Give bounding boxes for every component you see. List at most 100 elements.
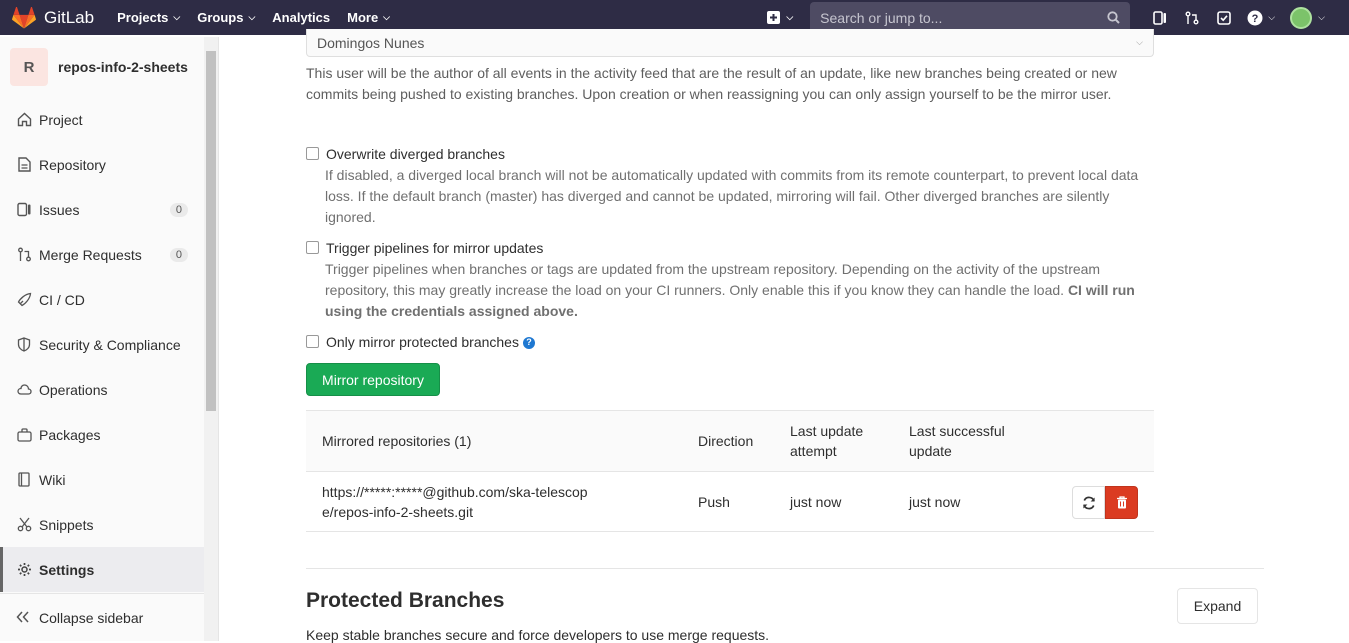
sidebar-item-label: Operations (39, 381, 108, 398)
issues-nav-icon[interactable] (1148, 6, 1172, 30)
sidebar-item-security[interactable]: Security & Compliance (0, 322, 204, 367)
question-icon[interactable]: ? (522, 336, 535, 349)
mirror-user-value: Domingos Nunes (317, 34, 425, 51)
package-icon (16, 427, 32, 443)
user-avatar[interactable] (1290, 6, 1313, 29)
trigger-pipelines-desc-text: Trigger pipelines when branches or tags … (325, 261, 1101, 298)
svg-text:?: ? (1252, 13, 1259, 25)
header-direction: Direction (698, 433, 754, 449)
chevron-down-icon: ⌵ (1318, 12, 1325, 22)
overwrite-diverged-checkbox[interactable] (306, 147, 319, 160)
chevron-down-icon: ⌵ (248, 12, 256, 22)
issues-count-badge: 0 (169, 202, 188, 217)
chevron-down-icon: ⌵ (786, 12, 794, 22)
sidebar-item-label: Settings (39, 561, 95, 578)
nav-groups-label: Groups (197, 10, 244, 25)
trigger-pipelines-label[interactable]: Trigger pipelines for mirror updates (326, 238, 1154, 259)
shield-icon (16, 337, 32, 353)
project-sidebar: R repos-info-2-sheets Project Repository… (0, 37, 219, 641)
sidebar-item-label: Project (39, 111, 83, 128)
nav-projects[interactable]: Projects ⌵ (117, 10, 180, 25)
sidebar-item-repository[interactable]: Repository (0, 142, 204, 187)
sidebar-project-header[interactable]: R repos-info-2-sheets (0, 37, 218, 97)
sidebar-item-wiki[interactable]: Wiki (0, 457, 204, 502)
sidebar-scrollbar[interactable] (204, 37, 218, 641)
search-icon (1107, 11, 1120, 24)
nav-more-label: More (347, 10, 379, 25)
collapse-sidebar-button[interactable]: Collapse sidebar (0, 593, 204, 641)
gear-icon (16, 562, 32, 578)
table-row: https://*****:*****@github.com/ska-teles… (306, 472, 1154, 532)
sidebar-item-packages[interactable]: Packages (0, 412, 204, 457)
mirrored-repositories-table: Mirrored repositories (1) Direction Last… (306, 410, 1154, 532)
gitlab-logo-icon (12, 6, 36, 28)
doc-icon (16, 157, 32, 173)
sidebar-item-settings[interactable]: Settings (0, 547, 204, 592)
sidebar-item-label: Snippets (39, 516, 94, 533)
sidebar-scrollbar-thumb[interactable] (206, 51, 216, 411)
project-avatar: R (10, 48, 48, 86)
merge-icon (16, 247, 32, 263)
section-divider (306, 568, 1264, 569)
only-protected-checkbox[interactable] (306, 335, 319, 348)
table-header: Mirrored repositories (1) Direction Last… (306, 410, 1154, 472)
overwrite-diverged-description: If disabled, a diverged local branch wil… (325, 167, 1139, 225)
project-name: repos-info-2-sheets (58, 59, 188, 75)
mirror-user-select[interactable]: Domingos Nunes ⌵ (306, 29, 1154, 57)
nav-analytics-label: Analytics (272, 10, 331, 25)
overwrite-diverged-option: Overwrite diverged branches If disabled,… (306, 144, 1154, 228)
only-protected-label: Only mirror protected branches (326, 334, 519, 350)
merge-requests-count-badge: 0 (169, 247, 188, 262)
expand-protected-branches-button[interactable]: Expand (1177, 588, 1258, 624)
trigger-pipelines-description: Trigger pipelines when branches or tags … (325, 259, 1154, 322)
sidebar-item-issues[interactable]: Issues 0 (0, 187, 204, 232)
overwrite-diverged-label[interactable]: Overwrite diverged branches (326, 144, 1154, 165)
nav-more[interactable]: More ⌵ (347, 10, 390, 25)
trigger-pipelines-option: Trigger pipelines for mirror updates Tri… (306, 238, 1154, 322)
brand-name: GitLab (44, 7, 95, 27)
only-protected-label-row[interactable]: Only mirror protected branches? (326, 332, 1154, 353)
refresh-icon (1082, 496, 1095, 509)
mirror-last-update: just now (790, 494, 842, 510)
sidebar-item-label: Issues (39, 201, 80, 218)
nav-analytics[interactable]: Analytics (272, 10, 330, 25)
sidebar-item-label: Security & Compliance (39, 336, 181, 353)
gitlab-home-link[interactable]: GitLab (12, 6, 95, 29)
mirror-last-success: just now (909, 494, 961, 510)
scissors-icon (16, 517, 32, 533)
protected-branches-title: Protected Branches (306, 589, 505, 612)
mirror-direction: Push (698, 494, 730, 510)
sidebar-item-label: Packages (39, 426, 101, 443)
trash-icon (1116, 496, 1127, 509)
sidebar-item-operations[interactable]: Operations (0, 367, 204, 412)
cloud-icon (16, 382, 32, 398)
merge-requests-nav-icon[interactable] (1180, 6, 1204, 30)
remove-mirror-button[interactable] (1105, 486, 1138, 519)
new-dropdown-button[interactable]: ⌵ (767, 11, 793, 24)
double-chevron-left-icon (16, 610, 30, 626)
update-now-button[interactable] (1072, 486, 1105, 519)
todos-nav-icon[interactable] (1212, 6, 1236, 30)
trigger-pipelines-checkbox[interactable] (306, 241, 319, 254)
rocket-icon (16, 292, 32, 308)
header-last-update: Last update attempt (790, 423, 864, 459)
sidebar-item-snippets[interactable]: Snippets (0, 502, 204, 547)
sidebar-item-ci-cd[interactable]: CI / CD (0, 277, 204, 322)
sidebar-item-merge-requests[interactable]: Merge Requests 0 (0, 232, 204, 277)
sidebar-item-project[interactable]: Project (0, 97, 204, 142)
sidebar-item-label: Wiki (39, 471, 66, 488)
collapse-sidebar-label: Collapse sidebar (39, 609, 144, 626)
mirror-repository-button[interactable]: Mirror repository (306, 363, 440, 396)
mirror-url: https://*****:*****@github.com/ska-teles… (322, 484, 588, 520)
help-icon[interactable]: ? ⌵ (1244, 6, 1278, 30)
only-protected-option: Only mirror protected branches? (306, 332, 1154, 353)
chevron-down-icon: ⌵ (1268, 12, 1276, 22)
nav-groups[interactable]: Groups ⌵ (197, 10, 255, 25)
sidebar-item-label: Repository (39, 156, 106, 173)
header-mirrored-repos: Mirrored repositories (1) (322, 433, 472, 449)
plus-square-icon (767, 11, 781, 24)
sidebar-item-label: CI / CD (39, 291, 85, 308)
header-last-success: Last successful update (909, 423, 1005, 459)
chevron-down-icon: ⌵ (383, 12, 390, 22)
search-placeholder: Search or jump to... (820, 9, 943, 26)
